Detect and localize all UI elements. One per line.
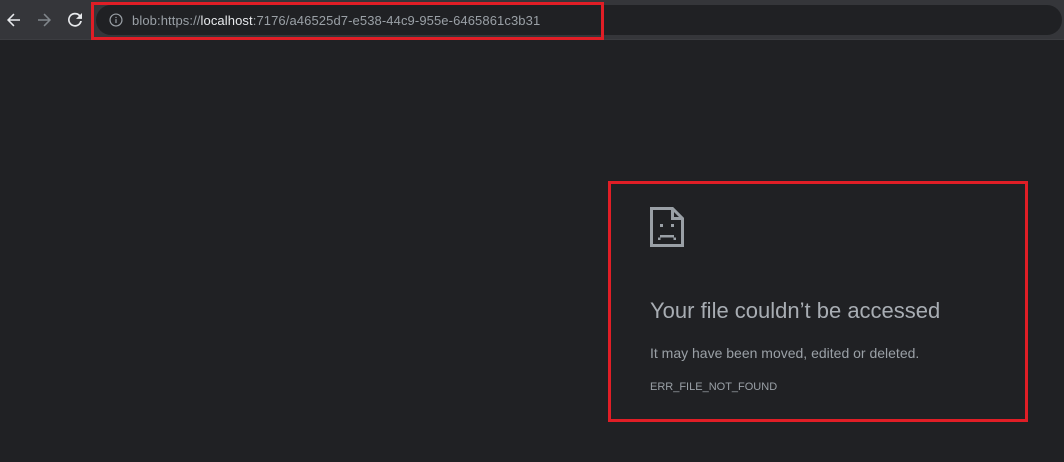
url-suffix: :7176/a46525d7-e538-44c9-955e-6465861c3b…: [252, 12, 541, 28]
url-prefix: blob:https://: [132, 12, 201, 28]
arrow-left-icon: [7, 13, 20, 27]
reload-icon: [68, 12, 82, 27]
reload-button[interactable]: [61, 6, 89, 34]
back-button[interactable]: [0, 6, 28, 34]
sad-file-icon: [650, 207, 684, 247]
url-host: localhost: [200, 12, 253, 28]
arrow-right-icon: [38, 13, 51, 27]
error-code: ERR_FILE_NOT_FOUND: [650, 381, 778, 393]
address-bar[interactable]: blob:https://localhost:7176/a46525d7-e53…: [96, 5, 1062, 35]
url-text[interactable]: blob:https://localhost:7176/a46525d7-e53…: [132, 13, 540, 28]
browser-toolbar: blob:https://localhost:7176/a46525d7-e53…: [0, 0, 1064, 40]
error-title: Your file couldn’t be accessed: [650, 298, 941, 323]
info-icon[interactable]: [108, 12, 124, 28]
forward-button[interactable]: [30, 6, 58, 34]
error-description: It may have been moved, edited or delete…: [650, 345, 920, 361]
